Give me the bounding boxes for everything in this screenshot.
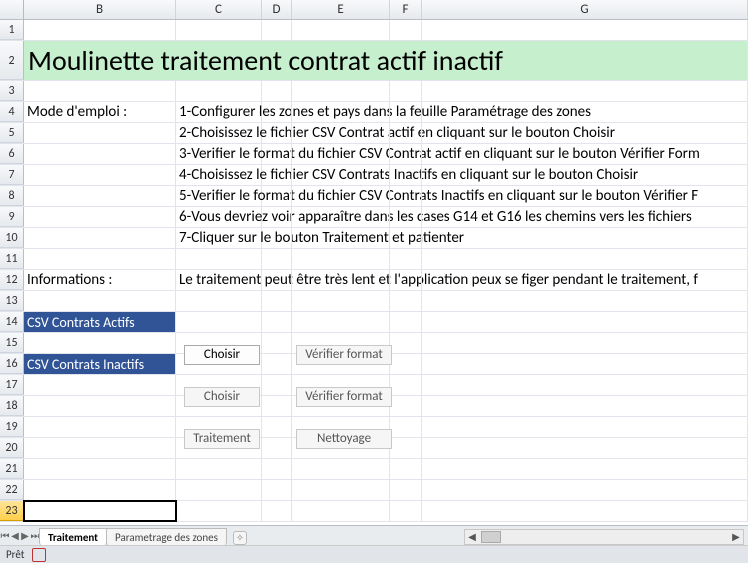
row-header-11[interactable]: 11 [0,249,24,269]
row-header-5[interactable]: 5 [0,123,24,143]
label-csv-actifs[interactable]: CSV Contrats Actifs [24,312,176,332]
tab-nav-buttons[interactable]: ⏮ ◀ ▶ ⏭ [0,527,40,545]
row-header-1[interactable]: 1 [0,20,24,40]
label-info[interactable]: Informations : [24,270,176,290]
row-header-17[interactable]: 17 [0,375,24,395]
first-tab-icon[interactable]: ⏮ [0,527,10,545]
tab-parametrage[interactable]: Parametrage des zones [106,528,227,546]
row-header-20[interactable]: 20 [0,438,24,458]
instruction-3[interactable]: 3-Verifier le format du fichier CSV Cont… [176,144,262,164]
row-header-7[interactable]: 7 [0,165,24,185]
column-header-row: B C D E F G [0,0,748,20]
tab-traitement[interactable]: Traitement [39,528,107,546]
traitement-button[interactable]: Traitement [184,429,260,449]
col-header-E[interactable]: E [292,0,390,19]
col-header-F[interactable]: F [390,0,422,19]
active-cell-B23[interactable] [24,501,176,521]
row-header-12[interactable]: 12 [0,270,24,290]
row-header-22[interactable]: 22 [0,480,24,500]
cell-B1[interactable] [24,20,176,40]
row-header-13[interactable]: 13 [0,291,24,311]
next-tab-icon[interactable]: ▶ [20,527,30,545]
col-header-C[interactable]: C [176,0,262,19]
row-header-3[interactable]: 3 [0,81,24,101]
row-header-14[interactable]: 14 [0,312,24,332]
select-all-corner[interactable] [0,0,24,19]
row-header-16[interactable]: 16 [0,354,24,374]
new-sheet-button[interactable]: ✧ [233,531,247,545]
verifier-inactifs-button[interactable]: Vérifier format [296,387,392,407]
row-header-21[interactable]: 21 [0,459,24,479]
info-text[interactable]: Le traitement peut être très lent et l'a… [176,270,262,290]
choisir-actifs-button[interactable]: Choisir [184,345,260,365]
row-header-10[interactable]: 10 [0,228,24,248]
macro-record-icon[interactable] [32,548,46,562]
col-header-B[interactable]: B [24,0,176,19]
verifier-actifs-button[interactable]: Vérifier format [296,345,392,365]
grid-body[interactable]: 1 2 Moulinette traitement contrat actif … [0,20,748,522]
instruction-1[interactable]: 1-Configurer les zones et pays dans la f… [176,102,262,122]
choisir-inactifs-button[interactable]: Choisir [184,387,260,407]
row-header-19[interactable]: 19 [0,417,24,437]
scroll-right-icon[interactable]: ▶ [729,530,743,544]
instruction-4[interactable]: 4-Choisissez le fichier CSV Contrats Ina… [176,165,262,185]
label-mode[interactable]: Mode d'emploi : [24,102,176,122]
scroll-left-icon[interactable]: ◀ [465,530,479,544]
nettoyage-button[interactable]: Nettoyage [296,429,392,449]
row-header-9[interactable]: 9 [0,207,24,227]
row-header-18[interactable]: 18 [0,396,24,416]
status-bar: Prêt [0,545,748,563]
row-header-23[interactable]: 23 [0,501,24,521]
row-header-8[interactable]: 8 [0,186,24,206]
row-header-2[interactable]: 2 [0,41,24,80]
scroll-thumb[interactable] [481,531,501,543]
row-header-4[interactable]: 4 [0,102,24,122]
horizontal-scrollbar[interactable]: ◀ ▶ [464,529,744,545]
instruction-6[interactable]: 6-Vous devriez voir apparaître dans les … [176,207,262,227]
title-cell[interactable]: Moulinette traitement contrat actif inac… [24,41,748,80]
col-header-D[interactable]: D [262,0,292,19]
instruction-5[interactable]: 5-Verifier le format du fichier CSV Cont… [176,186,262,206]
row-header-6[interactable]: 6 [0,144,24,164]
instruction-7[interactable]: 7-Cliquer sur le bouton Traitement et pa… [176,228,262,248]
status-text: Prêt [6,548,24,561]
instruction-2[interactable]: 2-Choisissez le fichier CSV Contrat acti… [176,123,262,143]
col-header-G[interactable]: G [422,0,748,19]
label-csv-inactifs[interactable]: CSV Contrats Inactifs [24,354,176,374]
row-header-15[interactable]: 15 [0,333,24,353]
spreadsheet-window: B C D E F G 1 2 Moulinette traitement co… [0,0,748,563]
prev-tab-icon[interactable]: ◀ [10,527,20,545]
